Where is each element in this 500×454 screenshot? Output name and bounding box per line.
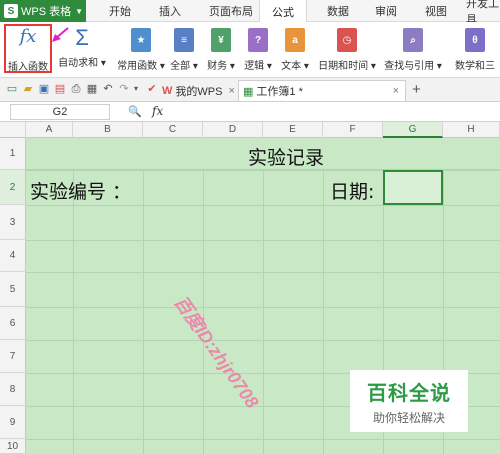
- active-cell-g2[interactable]: [383, 170, 443, 205]
- lookup-label: 查找与引用 ▾: [384, 61, 442, 72]
- col-header-c[interactable]: C: [143, 122, 203, 138]
- logic-book-icon: ?: [248, 28, 268, 52]
- finance-button[interactable]: ¥ 财务 ▾: [206, 24, 236, 74]
- sigma-icon: Σ: [75, 25, 89, 50]
- col-header-g[interactable]: G: [383, 122, 443, 138]
- tab-data[interactable]: 数据: [320, 0, 356, 22]
- col-header-a[interactable]: A: [26, 122, 73, 138]
- grid-line: [26, 307, 500, 308]
- finance-label: 财务 ▾: [207, 61, 235, 72]
- wps-cloud-icon: W: [162, 84, 173, 97]
- book-icon: ≡: [174, 28, 194, 52]
- tab-my-wps[interactable]: W 我的WPS ×: [158, 80, 236, 101]
- print-icon[interactable]: ⎙: [70, 83, 82, 95]
- brand-slogan: 助你轻松解决: [372, 410, 445, 425]
- logic-label: 逻辑 ▾: [244, 61, 272, 72]
- text-button[interactable]: a 文本 ▾: [280, 24, 310, 74]
- app-menu-button[interactable]: S WPS 表格 ▼: [0, 0, 86, 22]
- print-preview-icon[interactable]: ▦: [86, 83, 98, 95]
- grid-line: [26, 439, 500, 440]
- zoom-icon[interactable]: 🔍: [128, 105, 142, 118]
- row-header-8[interactable]: 8: [0, 373, 26, 406]
- grid-line: [26, 205, 500, 206]
- date-label: 日期:: [330, 181, 375, 203]
- tab-workbook-label: 工作簿1 *: [256, 86, 303, 98]
- col-header-e[interactable]: E: [263, 122, 323, 138]
- clock-book-icon: ◷: [337, 28, 357, 52]
- row-header-9[interactable]: 9: [0, 406, 26, 439]
- common-functions-button[interactable]: ★ 常用函数 ▾: [114, 24, 168, 74]
- tab-developer[interactable]: 开发工具: [466, 0, 500, 22]
- row-header-4[interactable]: 4: [0, 240, 26, 272]
- row-header-10[interactable]: 10: [0, 439, 26, 454]
- close-icon[interactable]: ×: [228, 85, 234, 97]
- tab-page-layout[interactable]: 页面布局: [203, 0, 259, 22]
- experiment-number-label: 实验编号 ：: [30, 181, 132, 203]
- finance-book-icon: ¥: [211, 28, 231, 52]
- new-tab-button[interactable]: +: [412, 81, 421, 98]
- lookup-button[interactable]: ⌕ 查找与引用 ▾: [382, 24, 444, 74]
- row-header-6[interactable]: 6: [0, 307, 26, 340]
- close-icon[interactable]: ×: [393, 85, 399, 97]
- tab-workbook[interactable]: ▦ 工作簿1 * ×: [238, 80, 406, 101]
- highlight-box: [4, 24, 52, 73]
- new-file-icon[interactable]: ▭: [6, 83, 18, 95]
- tab-review[interactable]: 审阅: [368, 0, 404, 22]
- grid-line: [26, 272, 500, 273]
- select-all-corner[interactable]: [0, 122, 26, 138]
- star-book-icon: ★: [131, 28, 151, 52]
- tab-insert[interactable]: 插入: [152, 0, 188, 22]
- tab-view[interactable]: 视图: [418, 0, 454, 22]
- tab-formulas[interactable]: 公式: [259, 0, 307, 23]
- math-label: 数学和三: [455, 61, 495, 72]
- brand-logo: 百科全说 助你轻松解决: [350, 370, 468, 432]
- search-book-icon: ⌕: [403, 28, 423, 52]
- row-header-5[interactable]: 5: [0, 272, 26, 307]
- quick-access-bar: ▭ ▰ ▣ ▤ ⎙ ▦ ↶ ↷ ▾ ✔ W 我的WPS × ▦ 工作簿1 * ×…: [0, 78, 500, 102]
- autosum-label: 自动求和 ▾: [58, 58, 106, 69]
- grid-line: [26, 240, 500, 241]
- undo-icon[interactable]: ↶: [102, 83, 114, 95]
- common-functions-label: 常用函数 ▾: [117, 61, 165, 72]
- wps-logo-icon: S: [4, 4, 18, 18]
- col-header-b[interactable]: B: [73, 122, 143, 138]
- save-icon[interactable]: ▣: [38, 83, 50, 95]
- datetime-label: 日期和时间 ▾: [318, 61, 376, 72]
- row-header-7[interactable]: 7: [0, 340, 26, 373]
- pointer-arrow-icon: [52, 27, 69, 42]
- tab-home[interactable]: 开始: [102, 0, 138, 22]
- theta-book-icon: θ: [465, 28, 485, 52]
- menu-bar: S WPS 表格 ▼ 开始 插入 页面布局 公式 数据 审阅 视图 开发工具: [0, 0, 500, 23]
- check-icon: ✔: [147, 83, 157, 95]
- all-functions-label: 全部 ▾: [170, 61, 198, 72]
- row-header-1[interactable]: 1: [0, 138, 26, 170]
- app-menu-label: WPS 表格: [21, 6, 72, 18]
- chevron-down-icon: ▼: [75, 6, 84, 16]
- sheet-title: 实验记录: [248, 147, 325, 169]
- brand-name: 百科全说: [367, 382, 451, 405]
- name-box[interactable]: G2: [10, 104, 110, 120]
- row-header-3[interactable]: 3: [0, 205, 26, 240]
- pdf-export-icon[interactable]: ▤: [54, 83, 66, 95]
- formula-bar: G2 🔍 fx: [0, 102, 500, 122]
- logic-button[interactable]: ? 逻辑 ▾: [243, 24, 273, 74]
- open-folder-icon[interactable]: ▰: [22, 83, 34, 95]
- row-header-2[interactable]: 2: [0, 170, 26, 205]
- text-book-icon: a: [285, 28, 305, 52]
- fx-button[interactable]: fx: [152, 104, 163, 118]
- customize-chevron-icon[interactable]: ▾: [130, 83, 142, 95]
- math-button[interactable]: θ 数学和三: [450, 24, 500, 74]
- col-header-h[interactable]: H: [443, 122, 500, 138]
- col-header-f[interactable]: F: [323, 122, 383, 138]
- redo-icon[interactable]: ↷: [118, 83, 130, 95]
- sheet-file-icon: ▦: [243, 85, 254, 98]
- text-label: 文本 ▾: [281, 61, 309, 72]
- grid-line: [26, 340, 500, 341]
- tab-my-wps-label: 我的WPS: [175, 85, 223, 98]
- ribbon: fx 插入函数 Σ 自动求和 ▾ ★ 常用函数 ▾ ≡ 全部 ▾ ¥ 财务 ▾ …: [0, 22, 500, 78]
- datetime-button[interactable]: ◷ 日期和时间 ▾: [316, 24, 378, 74]
- col-header-d[interactable]: D: [203, 122, 263, 138]
- all-functions-button[interactable]: ≡ 全部 ▾: [170, 24, 198, 74]
